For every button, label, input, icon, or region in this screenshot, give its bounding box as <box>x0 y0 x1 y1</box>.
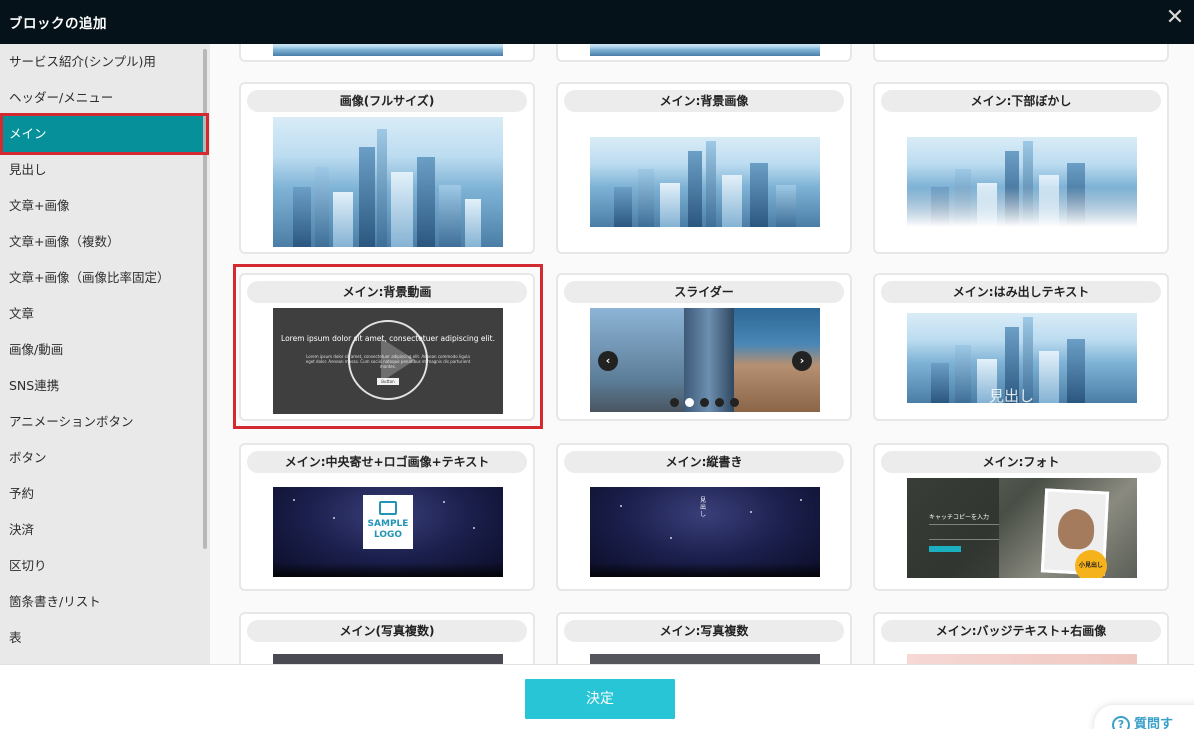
sidebar-item-text-image[interactable]: 文章+画像 <box>0 188 206 224</box>
block-card-multi-photo[interactable]: メイン:写真複数 <box>556 612 852 664</box>
block-thumb-image <box>907 137 1137 227</box>
photo-catch-copy: キャッチコピーを入力 <box>929 514 990 521</box>
sidebar-item-service-simple[interactable]: サービス紹介(シンプル)用 <box>0 44 206 80</box>
sample-logo: SAMPLE LOGO <box>363 495 413 549</box>
block-card-partial[interactable] <box>239 44 535 62</box>
dialog-header: ブロックの追加 ✕ <box>0 0 1194 44</box>
block-card-label: メイン:はみ出しテキスト <box>881 281 1161 303</box>
sidebar-scrollbar[interactable] <box>203 49 207 549</box>
block-card-fullsize-image[interactable]: 画像(フルサイズ) <box>239 82 535 254</box>
sidebar-item-main[interactable]: メイン <box>0 116 206 152</box>
sidebar-item-reservation[interactable]: 予約 <box>0 476 206 512</box>
block-thumb-photo <box>273 654 503 664</box>
add-block-dialog: ブロックの追加 ✕ サービス紹介(シンプル)用 ヘッダー/メニュー メイン 見出… <box>0 0 1194 729</box>
block-thumb-slider: ‹ › <box>590 308 820 412</box>
chevron-right-icon: › <box>792 351 812 371</box>
dialog-footer: 決定 ? 質問す <box>0 664 1194 729</box>
block-card-label: メイン:フォト <box>881 451 1161 473</box>
block-card-photo[interactable]: メイン:フォト キャッチコピーを入力 小見出し <box>873 443 1169 591</box>
sidebar-item-animation-button[interactable]: アニメーションボタン <box>0 404 206 440</box>
block-card-slider[interactable]: スライダー ‹ › <box>556 273 852 421</box>
block-card-main-multi-photo[interactable]: メイン(写真複数) <box>239 612 535 664</box>
photo-sample-button <box>929 546 961 552</box>
block-card-label: メイン:写真複数 <box>564 620 844 642</box>
block-thumb-photo: キャッチコピーを入力 小見出し <box>907 478 1137 578</box>
sidebar-item-image-video[interactable]: 画像/動画 <box>0 332 206 368</box>
question-icon: ? <box>1112 716 1130 729</box>
block-card-partial[interactable] <box>556 44 852 62</box>
logo-text-2: LOGO <box>373 530 403 540</box>
block-card-partial[interactable] <box>873 44 1169 62</box>
block-card-label: スライダー <box>564 281 844 303</box>
block-thumb-image <box>273 117 503 247</box>
block-thumb-image <box>590 137 820 227</box>
block-card-badge-right-image[interactable]: メイン:バッジテキスト+右画像 <box>873 612 1169 664</box>
block-card-label: メイン:下部ぼかし <box>881 90 1161 112</box>
slider-dots <box>670 398 750 408</box>
help-label: 質問す <box>1134 717 1174 729</box>
sidebar-item-heading[interactable]: 見出し <box>0 152 206 188</box>
block-card-label: メイン:バッジテキスト+右画像 <box>881 620 1161 642</box>
block-card-label: メイン(写真複数) <box>247 620 527 642</box>
sidebar-item-text-image-fixed[interactable]: 文章+画像（画像比率固定） <box>0 260 206 296</box>
block-thumb-photo <box>590 654 820 664</box>
category-sidebar: サービス紹介(シンプル)用 ヘッダー/メニュー メイン 見出し 文章+画像 文章… <box>0 44 210 664</box>
photo-badge: 小見出し <box>1075 550 1107 578</box>
sidebar-item-list[interactable]: 箇条書き/リスト <box>0 584 206 620</box>
close-icon[interactable]: ✕ <box>1164 7 1186 30</box>
block-card-overflow-text[interactable]: メイン:はみ出しテキスト 見出し <box>873 273 1169 421</box>
image-icon <box>379 501 397 515</box>
block-card-vertical-writing[interactable]: メイン:縦書き 見出し <box>556 443 852 591</box>
block-card-center-logo-text[interactable]: メイン:中央寄せ+ロゴ画像+テキスト SAMPLE LOGO <box>239 443 535 591</box>
block-thumb-night: SAMPLE LOGO <box>273 487 503 577</box>
block-grid: 画像(フルサイズ) メイン:背景画像 メイン:下部ぼかし メイン:背景動画 Lo… <box>210 44 1194 664</box>
vertical-heading: 見出し <box>699 497 706 518</box>
block-card-label: メイン:背景動画 <box>247 281 527 303</box>
help-button[interactable]: ? 質問す <box>1094 705 1194 729</box>
block-card-background-image[interactable]: メイン:背景画像 <box>556 82 852 254</box>
sidebar-item-header-menu[interactable]: ヘッダー/メニュー <box>0 80 206 116</box>
sidebar-item-payment[interactable]: 決済 <box>0 512 206 548</box>
sidebar-item-text[interactable]: 文章 <box>0 296 206 332</box>
chevron-left-icon: ‹ <box>598 351 618 371</box>
logo-text-1: SAMPLE <box>367 519 409 529</box>
block-card-label: 画像(フルサイズ) <box>247 90 527 112</box>
block-thumb-image <box>590 44 820 56</box>
sidebar-item-table[interactable]: 表 <box>0 620 206 656</box>
block-card-background-video[interactable]: メイン:背景動画 Lorem ipsum dolor sit amet, con… <box>239 273 535 421</box>
block-thumb-photo <box>907 654 1137 664</box>
block-thumb-image <box>273 44 503 56</box>
sidebar-item-sns[interactable]: SNS連携 <box>0 368 206 404</box>
sidebar-item-divider[interactable]: 区切り <box>0 548 206 584</box>
play-triangle <box>381 338 415 382</box>
block-card-label: メイン:背景画像 <box>564 90 844 112</box>
dialog-title: ブロックの追加 <box>9 16 107 32</box>
block-thumb-image: 見出し <box>907 313 1137 403</box>
block-card-label: メイン:縦書き <box>564 451 844 473</box>
block-card-label: メイン:中央寄せ+ロゴ画像+テキスト <box>247 451 527 473</box>
block-thumb-night: 見出し <box>590 487 820 577</box>
confirm-button[interactable]: 決定 <box>525 679 675 719</box>
sidebar-item-button[interactable]: ボタン <box>0 440 206 476</box>
sidebar-item-text-image-multi[interactable]: 文章+画像（複数） <box>0 224 206 260</box>
block-card-bottom-blur[interactable]: メイン:下部ぼかし <box>873 82 1169 254</box>
block-thumb-video: Lorem ipsum dolor sit amet, consectetuer… <box>273 308 503 414</box>
overlay-heading: 見出し <box>989 387 1035 403</box>
